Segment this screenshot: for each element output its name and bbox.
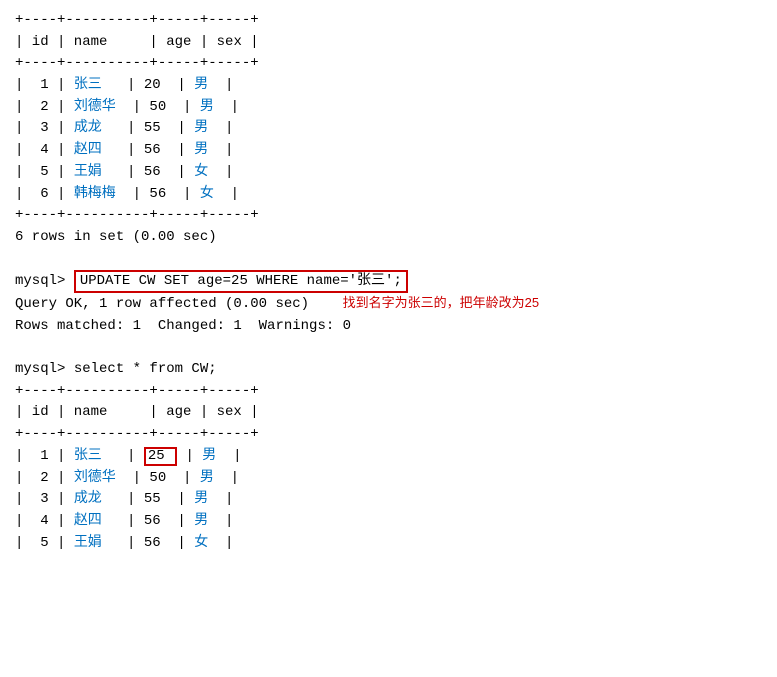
name-cell: 王娟: [74, 535, 102, 551]
update-command-text: UPDATE CW SET age=25 WHERE name='张三';: [80, 273, 402, 289]
table1-row-5: | 5 | 王娟 | 56 | 女 |: [15, 164, 233, 180]
table1-header: | id | name | age | sex |: [15, 34, 259, 50]
sex-cell: 男: [194, 77, 208, 93]
name-cell: 王娟: [74, 164, 102, 180]
sex-cell: 男: [200, 470, 214, 486]
name-cell: 张三: [74, 448, 102, 464]
mysql-prompt-update: mysql>: [15, 273, 74, 289]
table2-row-1: | 1 | 张三 | 25 | 男 |: [15, 448, 241, 464]
sex-cell: 男: [194, 142, 208, 158]
table2-header-border: +----+----------+-----+-----+: [15, 426, 259, 442]
table1-row-count: 6 rows in set (0.00 sec): [15, 229, 217, 245]
name-cell: 成龙: [74, 120, 102, 136]
mysql-prompt-select: mysql>: [15, 361, 74, 377]
sex-cell: 女: [194, 535, 208, 551]
sex-cell: 男: [194, 120, 208, 136]
name-cell: 赵四: [74, 513, 102, 529]
table2-top-border: +----+----------+-----+-----+: [15, 383, 259, 399]
age-25-highlight: 25: [144, 447, 177, 466]
table1-row-4: | 4 | 赵四 | 56 | 男 |: [15, 142, 233, 158]
sex-cell: 女: [200, 186, 214, 202]
table2-header: | id | name | age | sex |: [15, 404, 259, 420]
table2-row-5: | 5 | 王娟 | 56 | 女 |: [15, 535, 233, 551]
name-cell: 成龙: [74, 491, 102, 507]
table1-top-border: +----+----------+-----+-----+: [15, 12, 259, 28]
update-annotation: 找到名字为张三的，把年龄改为25: [343, 295, 539, 310]
table2-row-4: | 4 | 赵四 | 56 | 男 |: [15, 513, 233, 529]
name-cell: 张三: [74, 77, 102, 93]
select-command: select * from CW;: [74, 361, 217, 377]
sex-cell: 女: [194, 164, 208, 180]
name-cell: 赵四: [74, 142, 102, 158]
sex-cell: 男: [202, 448, 216, 464]
name-cell: 韩梅梅: [74, 186, 116, 202]
table1-row-1: | 1 | 张三 | 20 | 男 |: [15, 77, 233, 93]
table1-row-3: | 3 | 成龙 | 55 | 男 |: [15, 120, 233, 136]
update-result-line1: Query OK, 1 row affected (0.00 sec) 找到名字…: [15, 296, 539, 312]
name-cell: 刘德华: [74, 470, 116, 486]
update-command-box: UPDATE CW SET age=25 WHERE name='张三';: [74, 270, 408, 293]
name-cell: 刘德华: [74, 99, 116, 115]
sex-cell: 男: [194, 513, 208, 529]
table1-header-border: +----+----------+-----+-----+: [15, 55, 259, 71]
table1-bottom-border: +----+----------+-----+-----+: [15, 207, 259, 223]
table1-row-2: | 2 | 刘德华 | 50 | 男 |: [15, 99, 239, 115]
table2-row-3: | 3 | 成龙 | 55 | 男 |: [15, 491, 233, 507]
update-result-line2: Rows matched: 1 Changed: 1 Warnings: 0: [15, 318, 351, 334]
table1-row-6: | 6 | 韩梅梅 | 56 | 女 |: [15, 186, 239, 202]
table2-row-2: | 2 | 刘德华 | 50 | 男 |: [15, 470, 239, 486]
sex-cell: 男: [200, 99, 214, 115]
terminal-output: +----+----------+-----+-----+ | id | nam…: [15, 10, 762, 554]
sex-cell: 男: [194, 491, 208, 507]
